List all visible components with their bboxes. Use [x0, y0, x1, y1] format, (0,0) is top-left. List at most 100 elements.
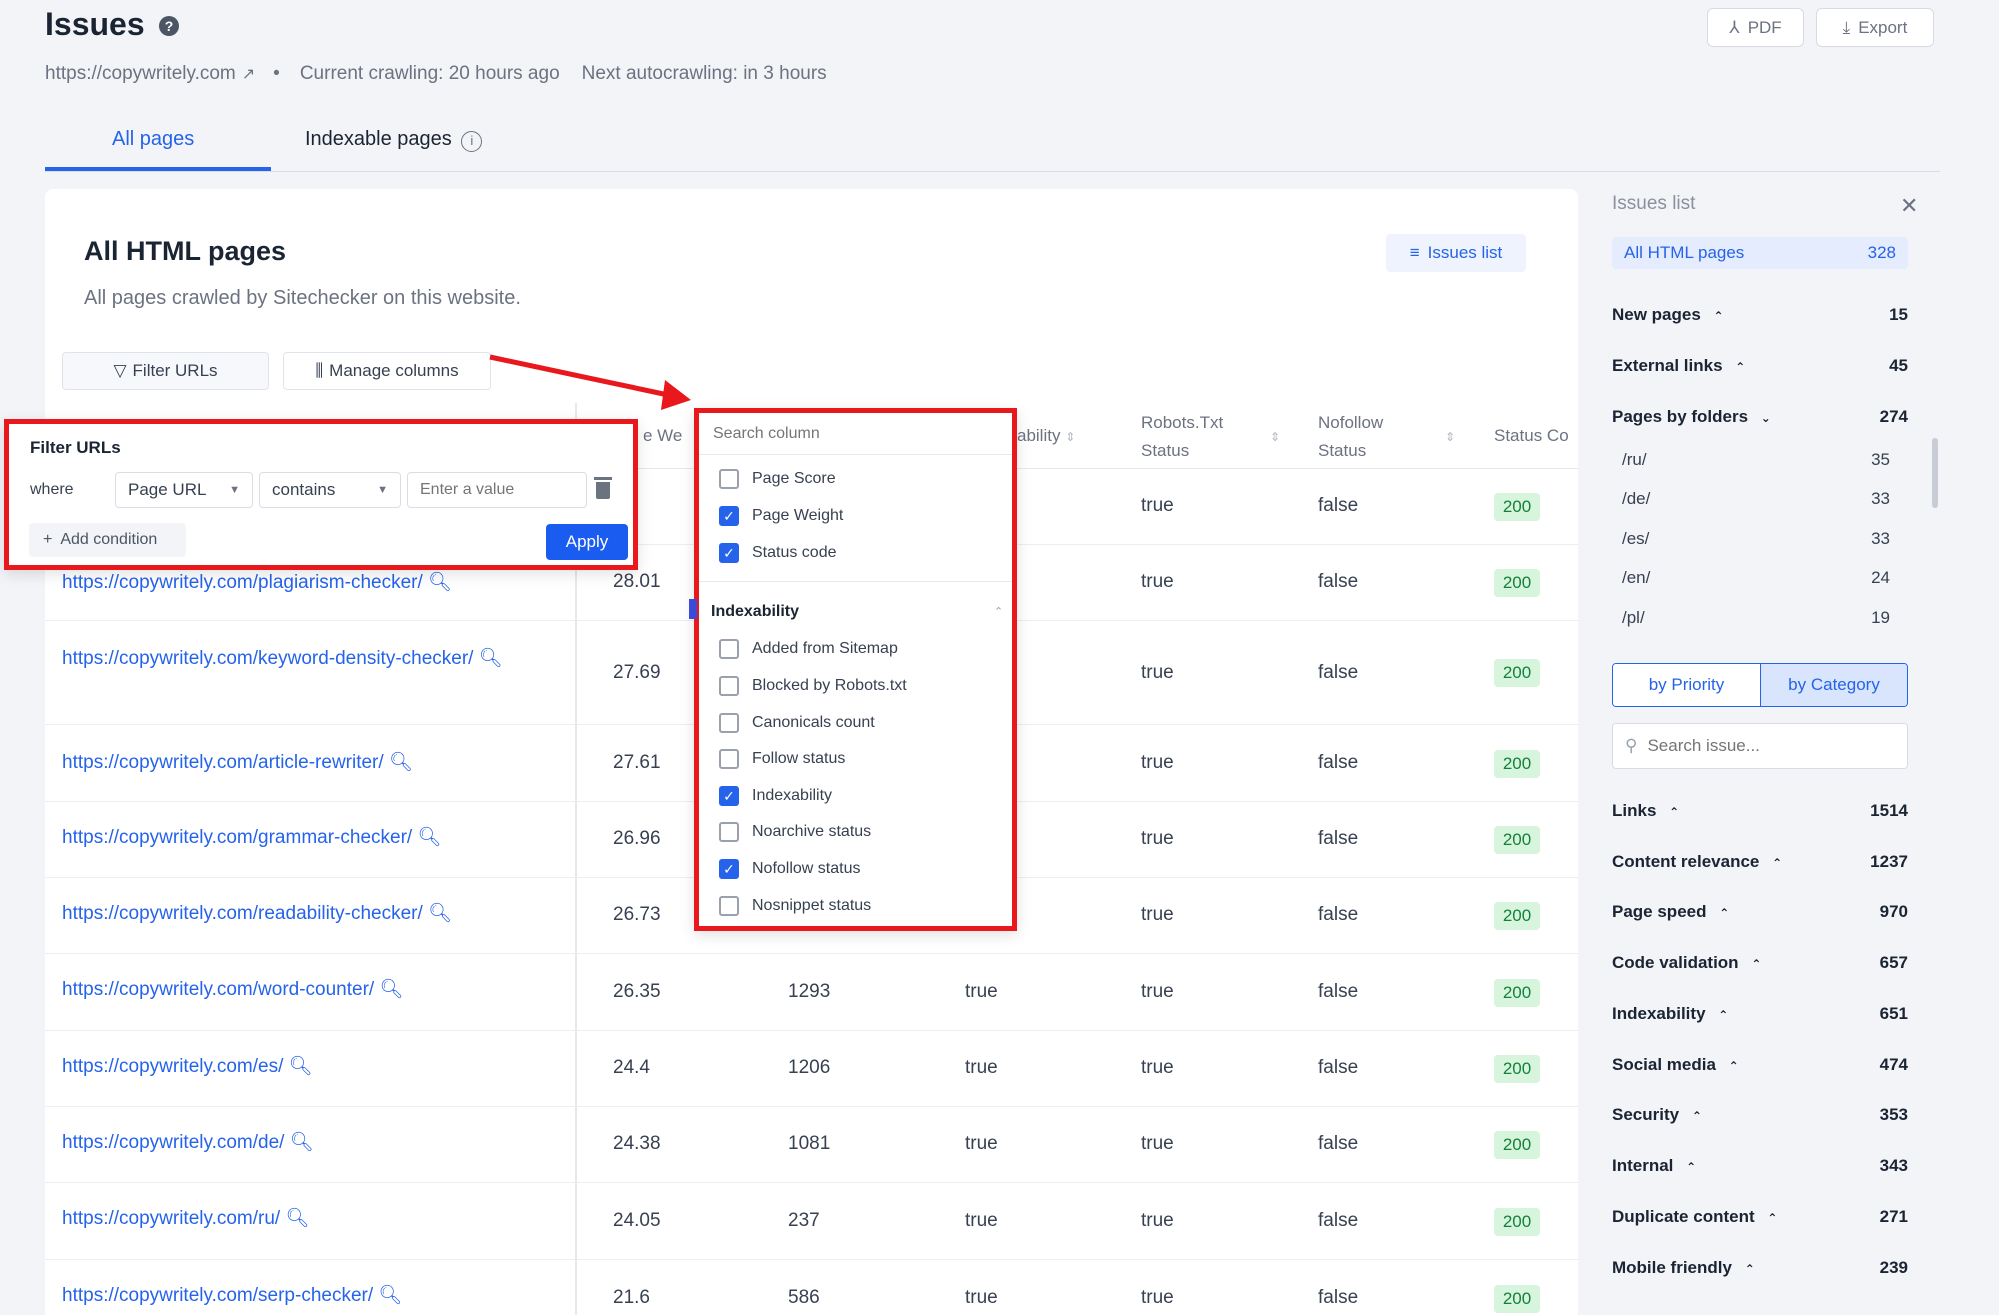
search-icon[interactable]: 🔍︎ [389, 752, 413, 773]
column-option-added-from-sitemap[interactable]: Added from Sitemap [719, 639, 898, 659]
checkbox-checked[interactable]: ✓ [719, 506, 739, 526]
manage-columns-button[interactable]: ⫼ Manage columns [283, 352, 491, 390]
search-icon[interactable]: 🔍︎ [286, 1208, 310, 1229]
sort-icon[interactable]: ⇕ [1270, 422, 1280, 451]
pdf-button[interactable]: ⅄ PDF [1707, 8, 1804, 47]
operator-select[interactable]: contains ▼ [259, 472, 401, 508]
sidebar-group-external-links[interactable]: External links ⌃ 45 [1612, 356, 1908, 376]
page-url-link[interactable]: https://copywritely.com/plagiarism-check… [62, 569, 542, 597]
sort-icon[interactable]: ⇕ [1445, 422, 1455, 451]
issues-list-button[interactable]: ≡ Issues list [1386, 234, 1526, 272]
page-url-link[interactable]: https://copywritely.com/es/ 🔍︎ [62, 1053, 542, 1081]
filter-urls-button[interactable]: ▽ Filter URLs [62, 352, 269, 390]
robots-cell: true [1141, 662, 1174, 683]
page-url-link[interactable]: https://copywritely.com/grammar-checker/… [62, 824, 542, 852]
col-indexability-header[interactable]: ability ⇕ [1017, 422, 1075, 451]
weight-cell: 586 [788, 1287, 820, 1308]
folder-item[interactable]: /ru/35 [1622, 450, 1890, 470]
category-page-speed[interactable]: Page speed ⌃ 970 [1612, 902, 1908, 922]
checkbox[interactable] [719, 713, 739, 733]
checkbox-checked[interactable]: ✓ [719, 543, 739, 563]
category-count: 1237 [1870, 852, 1908, 871]
folder-item[interactable]: /de/33 [1622, 489, 1890, 509]
category-security[interactable]: Security ⌃ 353 [1612, 1105, 1908, 1125]
sidebar-group-new-pages[interactable]: New pages ⌃ 15 [1612, 305, 1908, 325]
page-url-link[interactable]: https://copywritely.com/de/ 🔍︎ [62, 1129, 542, 1157]
apply-button[interactable]: Apply [546, 524, 628, 560]
col-page-weight-header[interactable]: e We [643, 422, 682, 450]
scrollbar[interactable] [1932, 438, 1938, 508]
column-option-nofollow-status[interactable]: ✓ Nofollow status [719, 859, 861, 879]
search-icon[interactable]: 🔍︎ [378, 1285, 402, 1306]
column-option-nosnippet-status[interactable]: Nosnippet status [719, 896, 871, 916]
page-url-link[interactable]: https://copywritely.com/ru/ 🔍︎ [62, 1205, 542, 1233]
page-url-link[interactable]: https://copywritely.com/word-counter/ 🔍︎ [62, 976, 542, 1004]
search-column-input[interactable] [699, 413, 1012, 455]
category-internal[interactable]: Internal ⌃ 343 [1612, 1156, 1908, 1176]
drag-handle[interactable] [689, 599, 697, 619]
by-priority-toggle[interactable]: by Priority [1613, 664, 1760, 706]
search-icon[interactable]: 🔍︎ [379, 979, 403, 1000]
category-mobile-friendly[interactable]: Mobile friendly ⌃ 239 [1612, 1258, 1908, 1278]
sidebar-item-all-html-pages[interactable]: All HTML pages 328 [1612, 237, 1908, 269]
tab-indexable-pages[interactable]: Indexable pages i [305, 128, 483, 152]
export-button[interactable]: ⤓ Export [1816, 8, 1934, 47]
category-duplicate-content[interactable]: Duplicate content ⌃ 271 [1612, 1207, 1908, 1227]
trash-icon[interactable] [594, 477, 612, 499]
search-icon[interactable]: 🔍︎ [290, 1132, 314, 1153]
column-option-indexability[interactable]: ✓ Indexability [719, 786, 832, 806]
caret-down-icon: ▼ [377, 484, 388, 496]
category-social-media[interactable]: Social media ⌃ 474 [1612, 1055, 1908, 1075]
checkbox-checked[interactable]: ✓ [719, 859, 739, 879]
checkbox[interactable] [719, 822, 739, 842]
folder-item[interactable]: /es/33 [1622, 529, 1890, 549]
col-robots-header[interactable]: Robots.Txt Status [1141, 409, 1223, 465]
column-option-label: Indexability [752, 787, 833, 804]
issue-search-box[interactable]: ⚲ [1612, 723, 1908, 769]
by-category-toggle[interactable]: by Category [1760, 664, 1907, 706]
page-url-link[interactable]: https://copywritely.com/serp-checker/ 🔍︎ [62, 1282, 542, 1310]
checkbox[interactable] [719, 896, 739, 916]
external-link-icon[interactable]: ↗ [242, 64, 255, 84]
checkbox[interactable] [719, 749, 739, 769]
help-icon[interactable]: ? [159, 16, 179, 36]
column-option-status-code[interactable]: ✓ Status code [719, 543, 837, 563]
page-url-link[interactable]: https://copywritely.com/readability-chec… [62, 900, 542, 928]
search-issue-input[interactable] [1647, 736, 1888, 756]
col-status-code-header[interactable]: Status Co [1494, 422, 1578, 450]
checkbox[interactable] [719, 469, 739, 489]
sidebar-group-pages-by-folders[interactable]: Pages by folders ⌄ 274 [1612, 407, 1908, 427]
folder-item[interactable]: /pl/19 [1622, 608, 1890, 628]
column-option-page-weight[interactable]: ✓ Page Weight [719, 506, 843, 526]
chevron-up-icon: ⌃ [1767, 1211, 1778, 1225]
search-icon[interactable]: 🔍︎ [428, 903, 452, 924]
column-option-page-score[interactable]: Page Score [719, 469, 836, 489]
tab-all-pages[interactable]: All pages [112, 128, 194, 151]
search-icon[interactable]: 🔍︎ [417, 827, 441, 848]
field-select[interactable]: Page URL ▼ [115, 472, 253, 508]
category-content-relevance[interactable]: Content relevance ⌃ 1237 [1612, 852, 1908, 872]
column-option-follow-status[interactable]: Follow status [719, 749, 845, 769]
category-links[interactable]: Links ⌃ 1514 [1612, 801, 1908, 821]
search-icon[interactable]: 🔍︎ [289, 1056, 313, 1077]
group-count: 274 [1879, 407, 1908, 426]
category-code-validation[interactable]: Code validation ⌃ 657 [1612, 953, 1908, 973]
col-nofollow-header[interactable]: Nofollow Status [1318, 409, 1383, 465]
checkbox[interactable] [719, 676, 739, 696]
column-option-canonicals-count[interactable]: Canonicals count [719, 713, 875, 733]
checkbox-checked[interactable]: ✓ [719, 786, 739, 806]
page-url-link[interactable]: https://copywritely.com/keyword-density-… [62, 645, 522, 673]
page-url-link[interactable]: https://copywritely.com/article-rewriter… [62, 749, 542, 777]
column-option-noarchive-status[interactable]: Noarchive status [719, 822, 871, 842]
chevron-up-icon[interactable]: ⌃ [994, 605, 1003, 618]
filter-value-input[interactable] [407, 472, 587, 508]
column-option-blocked-by-robots[interactable]: Blocked by Robots.txt [719, 676, 907, 696]
add-condition-button[interactable]: + Add condition [29, 523, 186, 557]
site-url-link[interactable]: https://copywritely.com [45, 63, 236, 85]
category-indexability[interactable]: Indexability ⌃ 651 [1612, 1004, 1908, 1024]
folder-item[interactable]: /en/24 [1622, 568, 1890, 588]
checkbox[interactable] [719, 639, 739, 659]
close-icon[interactable]: ✕ [1900, 193, 1918, 219]
search-icon[interactable]: 🔍︎ [479, 648, 503, 669]
search-icon[interactable]: 🔍︎ [428, 572, 452, 593]
